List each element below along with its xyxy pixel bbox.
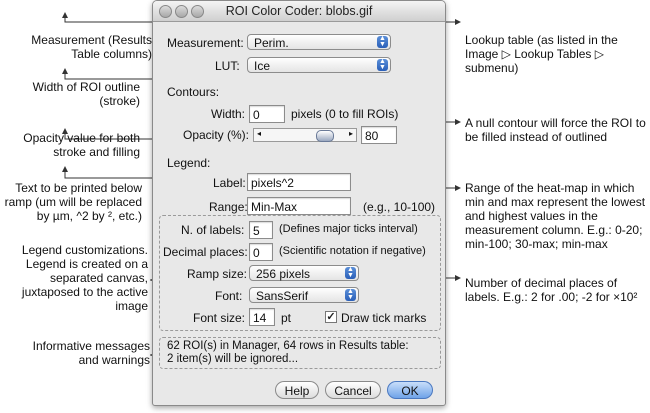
- annotation-line: min-100; 30-max; min-max: [465, 237, 608, 251]
- legend-heading: Legend:: [167, 156, 211, 170]
- decimals-label: Decimal places:: [163, 245, 248, 259]
- annotation-line: Table columns): [71, 47, 152, 61]
- annotation-decimals: Number of decimal places of labels. E.g.…: [465, 276, 650, 304]
- slider-right-arrow-icon[interactable]: ▸: [349, 129, 353, 138]
- nlabels-input[interactable]: 5: [249, 221, 273, 239]
- chevron-updown-icon: ▲ ▼: [377, 35, 388, 48]
- legend-label-input[interactable]: pixels^2: [247, 173, 351, 191]
- opacity-slider-knob[interactable]: [316, 130, 334, 142]
- annotation-line: stroke and filling: [53, 145, 140, 159]
- width-label: Width:: [211, 107, 246, 121]
- measurement-select[interactable]: Perim. ▲ ▼: [247, 34, 391, 50]
- help-button[interactable]: Help: [275, 381, 319, 399]
- annotation-line: image: [115, 299, 148, 313]
- font-size-input[interactable]: 14: [249, 308, 275, 326]
- opacity-label: Opacity (%):: [183, 128, 250, 142]
- annotation-line: Width of ROI outline: [32, 80, 140, 94]
- annotation-line: Image ▷ Lookup Tables ▷: [465, 47, 604, 61]
- annotation-line: labels. E.g.: 2 for .00; -2 for ×10²: [465, 290, 638, 304]
- annotation-opacity: Opacity value for both stroke and fillin…: [0, 131, 140, 159]
- annotation-line: submenu): [465, 61, 519, 75]
- lut-label: LUT:: [215, 59, 240, 73]
- contours-heading: Contours:: [167, 85, 220, 99]
- annotation-lut: Lookup table (as listed in the Image ▷ L…: [465, 33, 650, 75]
- font-size-label: Font size:: [193, 311, 246, 325]
- range-input[interactable]: Min-Max: [247, 197, 351, 215]
- nlabels-label: N. of labels:: [181, 223, 245, 237]
- annotation-line: Opacity value for both: [23, 131, 140, 145]
- message-line-1: 62 ROI(s) in Manager, 64 rows in Results…: [167, 340, 409, 352]
- measurement-label: Measurement:: [167, 36, 244, 50]
- annotation-line: and highest values in the: [465, 209, 598, 223]
- ramp-size-select[interactable]: 256 pixels ▲ ▼: [249, 265, 359, 281]
- chevron-updown-icon: ▲ ▼: [345, 266, 356, 279]
- font-value: SansSerif: [256, 289, 309, 303]
- annotation-legend: Legend customizations. Legend is created…: [0, 243, 148, 313]
- annotation-line: (stroke): [99, 94, 140, 108]
- checkmark-icon: ✓: [326, 311, 336, 323]
- annotation-line: Legend is created on a: [25, 257, 148, 271]
- annotation-line: A null contour will force the ROI to: [465, 116, 646, 130]
- annotation-line: Legend customizations.: [21, 243, 148, 257]
- annotation-line: Measurement (Results: [31, 33, 152, 47]
- draw-tick-marks-checkbox[interactable]: ✓: [325, 311, 337, 323]
- legend-label-label: Label:: [213, 176, 246, 190]
- annotation-line: Number of decimal places of: [465, 276, 618, 290]
- measurement-value: Perim.: [254, 36, 289, 50]
- annotation-line: measurement column. E.g.: 0-20;: [465, 223, 643, 237]
- annotation-line: juxtaposed to the active: [21, 285, 148, 299]
- annotation-measurement: Measurement (Results Table columns): [0, 33, 152, 61]
- font-label: Font:: [215, 289, 243, 303]
- annotation-line: separated canvas,: [49, 271, 148, 285]
- chevron-updown-icon: ▲ ▼: [377, 58, 388, 71]
- range-label: Range:: [209, 200, 248, 214]
- annotation-line: by µm, ^2 by ², etc.): [36, 209, 142, 223]
- annotation-line: and warnings: [78, 353, 150, 367]
- width-input[interactable]: 0: [249, 105, 285, 123]
- roi-color-coder-dialog: ROI Color Coder: blobs.gif Measurement: …: [152, 0, 446, 406]
- annotation-range: Range of the heat-map in which min and m…: [465, 181, 650, 251]
- window-title: ROI Color Coder: blobs.gif: [225, 4, 373, 18]
- annotation-line: be filled instead of outlined: [465, 130, 608, 144]
- annotation-line: min and max represent the lowest: [465, 195, 646, 209]
- message-line-2: 2 item(s) will be ignored...: [167, 353, 299, 365]
- title-bar[interactable]: ROI Color Coder: blobs.gif: [153, 1, 445, 22]
- font-size-unit: pt: [281, 311, 292, 325]
- slider-left-arrow-icon[interactable]: ◂: [257, 129, 261, 138]
- annotation-line: Range of the heat-map in which: [465, 181, 635, 195]
- lut-value: Ice: [254, 59, 271, 73]
- annotation-label: Text to be printed below ramp (um will b…: [0, 181, 142, 223]
- draw-tick-marks-label: Draw tick marks: [341, 311, 427, 325]
- annotation-null-contour: A null contour will force the ROI to be …: [465, 116, 650, 144]
- nlabels-hint: (Defines major ticks interval): [279, 223, 418, 235]
- range-hint: (e.g., 10-100): [363, 200, 436, 214]
- ramp-size-value: 256 pixels: [256, 267, 311, 281]
- opacity-input[interactable]: 80: [361, 126, 397, 144]
- decimals-input[interactable]: 0: [249, 243, 273, 261]
- lut-select[interactable]: Ice ▲ ▼: [247, 57, 391, 73]
- annotation-line: Lookup table (as listed in the: [465, 33, 618, 47]
- cancel-button[interactable]: Cancel: [325, 381, 381, 399]
- decimals-hint: (Scientific notation if negative): [279, 245, 426, 257]
- annotation-line: ramp (um will be replaced: [4, 195, 142, 209]
- width-hint: pixels (0 to fill ROIs): [291, 107, 399, 121]
- annotation-line: Text to be printed below: [15, 181, 142, 195]
- annotation-messages: Informative messages and warnings: [0, 339, 150, 367]
- annotation-width: Width of ROI outline (stroke): [0, 80, 140, 108]
- ok-button[interactable]: OK: [387, 381, 433, 399]
- ramp-size-label: Ramp size:: [187, 267, 248, 281]
- font-select[interactable]: SansSerif ▲ ▼: [249, 287, 359, 303]
- chevron-updown-icon: ▲ ▼: [345, 288, 356, 301]
- annotation-line: Informative messages: [32, 339, 150, 353]
- opacity-slider[interactable]: ◂ ▸: [253, 128, 357, 142]
